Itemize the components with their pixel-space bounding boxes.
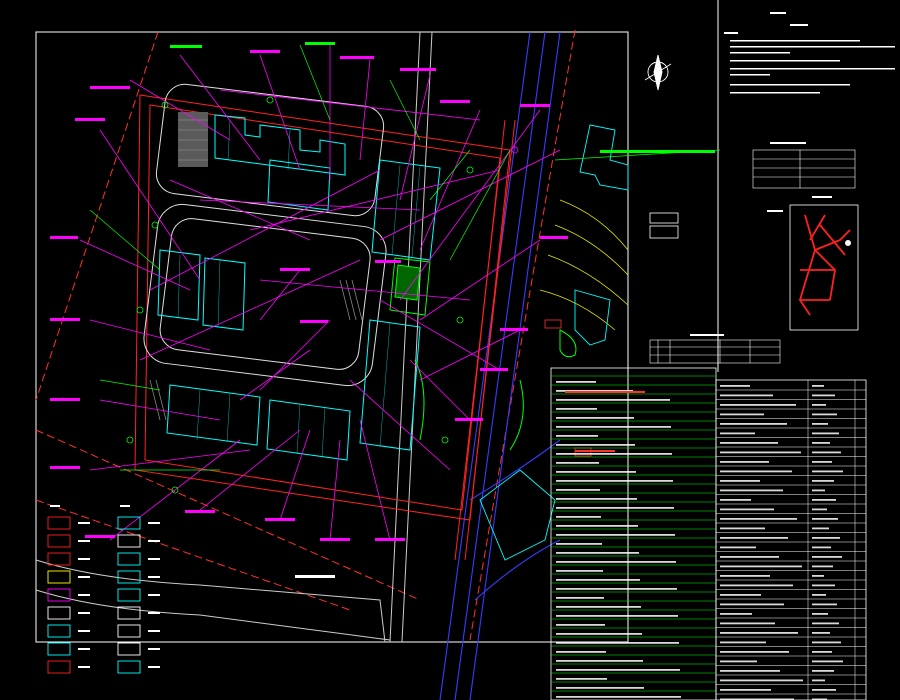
scale-box (649, 212, 679, 239)
location-map-icon (767, 196, 859, 331)
property-boundary (35, 29, 576, 641)
contour-lines (539, 199, 629, 331)
small-parameter-table (649, 334, 781, 364)
neighbor-buildings (479, 124, 629, 561)
legend-swatches-icon (47, 505, 160, 674)
road-outline (35, 31, 433, 643)
green-leaders (89, 44, 721, 471)
indicator-summary-table (752, 142, 856, 189)
technical-table-icon (550, 367, 867, 700)
blue-road-lines (439, 31, 561, 700)
building-inner-lines (177, 119, 421, 458)
annotation-leaders (79, 45, 561, 541)
north-arrow-icon (644, 54, 672, 91)
site-plan-drawing (35, 0, 895, 700)
design-notes (724, 12, 895, 94)
